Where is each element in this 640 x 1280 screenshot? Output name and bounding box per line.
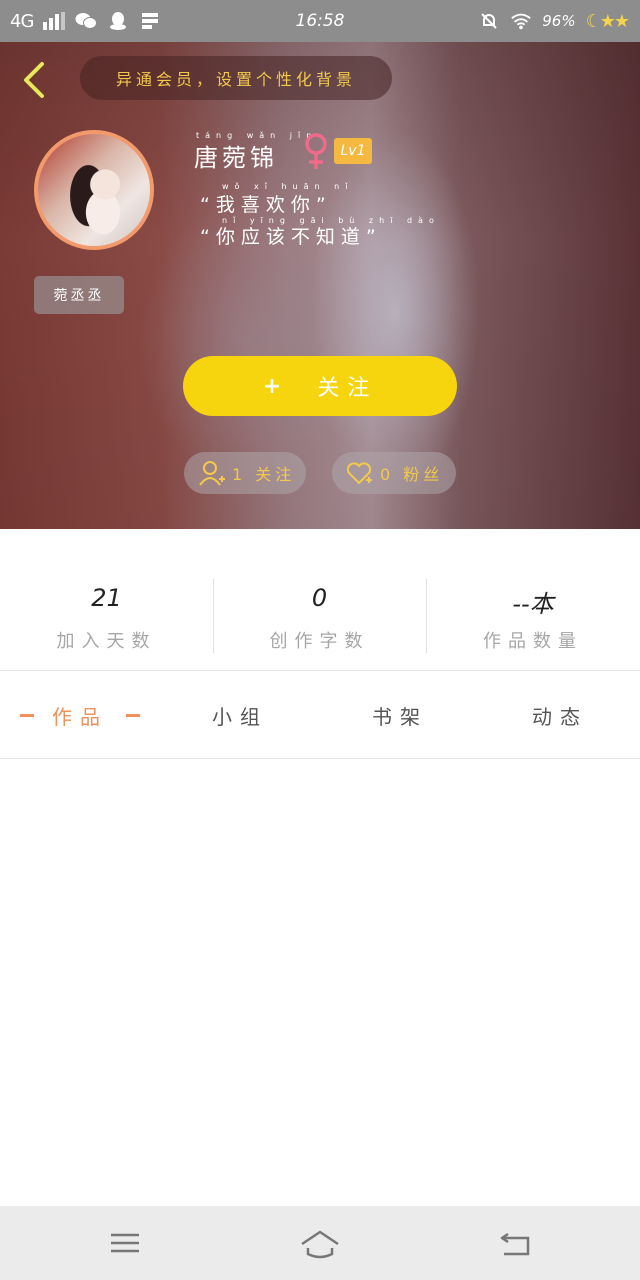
profile-screen: 4G 16:58 96% ☾★★ 异通会员，设置个性化背景 táng wǎn j… (0, 0, 640, 1280)
stat-value: 0 (311, 584, 328, 612)
moon-stars-icon: ☾★★ (585, 10, 630, 32)
wifi-icon (510, 11, 532, 31)
set-background-button[interactable]: 异通会员，设置个性化背景 (80, 56, 392, 100)
heart-plus-icon (346, 462, 372, 485)
status-right: 96% ☾★★ (478, 0, 630, 42)
stat-label: 加入天数 (56, 631, 157, 652)
profile-tabs: 作品 小组 书架 动态 (0, 671, 640, 759)
level-badge: Lv1 (334, 138, 372, 164)
avatar[interactable] (34, 130, 154, 250)
follow-button[interactable]: + 关注 (183, 356, 457, 416)
fans-count-button[interactable]: 0 粉丝 (332, 452, 456, 494)
status-bar: 4G 16:58 96% ☾★★ (0, 0, 640, 42)
signature-line1: “我喜欢你” (200, 194, 332, 216)
tab-label: 作品 (52, 704, 108, 729)
mute-icon (478, 11, 500, 31)
return-icon (500, 1232, 530, 1256)
add-user-icon (199, 461, 225, 486)
following-label: 1 关注 (232, 465, 296, 484)
fans-label: 0 粉丝 (380, 465, 444, 484)
system-nav-bar (0, 1206, 640, 1280)
plus-icon: + (262, 373, 290, 399)
tab-groups[interactable]: 小组 (160, 671, 320, 759)
menu-icon (111, 1233, 139, 1253)
stat-value: --本 (512, 590, 554, 618)
home-icon (301, 1230, 339, 1259)
nickname-tag: 菀丞丞 (34, 276, 124, 314)
tab-indicator (126, 713, 140, 717)
tab-content-area (0, 760, 640, 1206)
chevron-left-icon (24, 62, 44, 98)
signature-line2: “你应该不知道” (200, 226, 382, 248)
menu-button[interactable] (105, 1224, 145, 1264)
follow-button-label: 关注 (317, 376, 378, 401)
username: 唐菀锦 (194, 144, 278, 172)
tab-works[interactable]: 作品 (0, 671, 160, 759)
tab-label: 小组 (212, 704, 268, 729)
battery-level: 96% (542, 12, 576, 30)
stat-works-count: --本 作品数量 (426, 529, 640, 671)
following-count-button[interactable]: 1 关注 (184, 452, 306, 494)
stat-join-days: 21 加入天数 (0, 529, 213, 671)
stat-word-count: 0 创作字数 (213, 529, 426, 671)
stat-label: 创作字数 (269, 631, 370, 652)
stats-row: 21 加入天数 0 创作字数 --本 作品数量 (0, 529, 640, 671)
back-button[interactable] (18, 60, 50, 100)
stat-label: 作品数量 (483, 631, 583, 652)
home-button[interactable] (298, 1224, 342, 1264)
tab-activity[interactable]: 动态 (480, 671, 640, 759)
tab-indicator (20, 713, 34, 717)
nickname-tag-label: 菀丞丞 (53, 288, 105, 304)
tab-label: 动态 (532, 704, 588, 729)
tab-bookshelf[interactable]: 书架 (320, 671, 480, 759)
tab-label: 书架 (372, 704, 428, 729)
stat-value: 21 (91, 584, 122, 612)
female-gender-icon (305, 133, 327, 169)
back-nav-button[interactable] (496, 1224, 536, 1264)
profile-header[interactable]: 异通会员，设置个性化背景 táng wǎn jǐn 唐菀锦 Lv1 wǒ xǐ … (0, 42, 640, 529)
